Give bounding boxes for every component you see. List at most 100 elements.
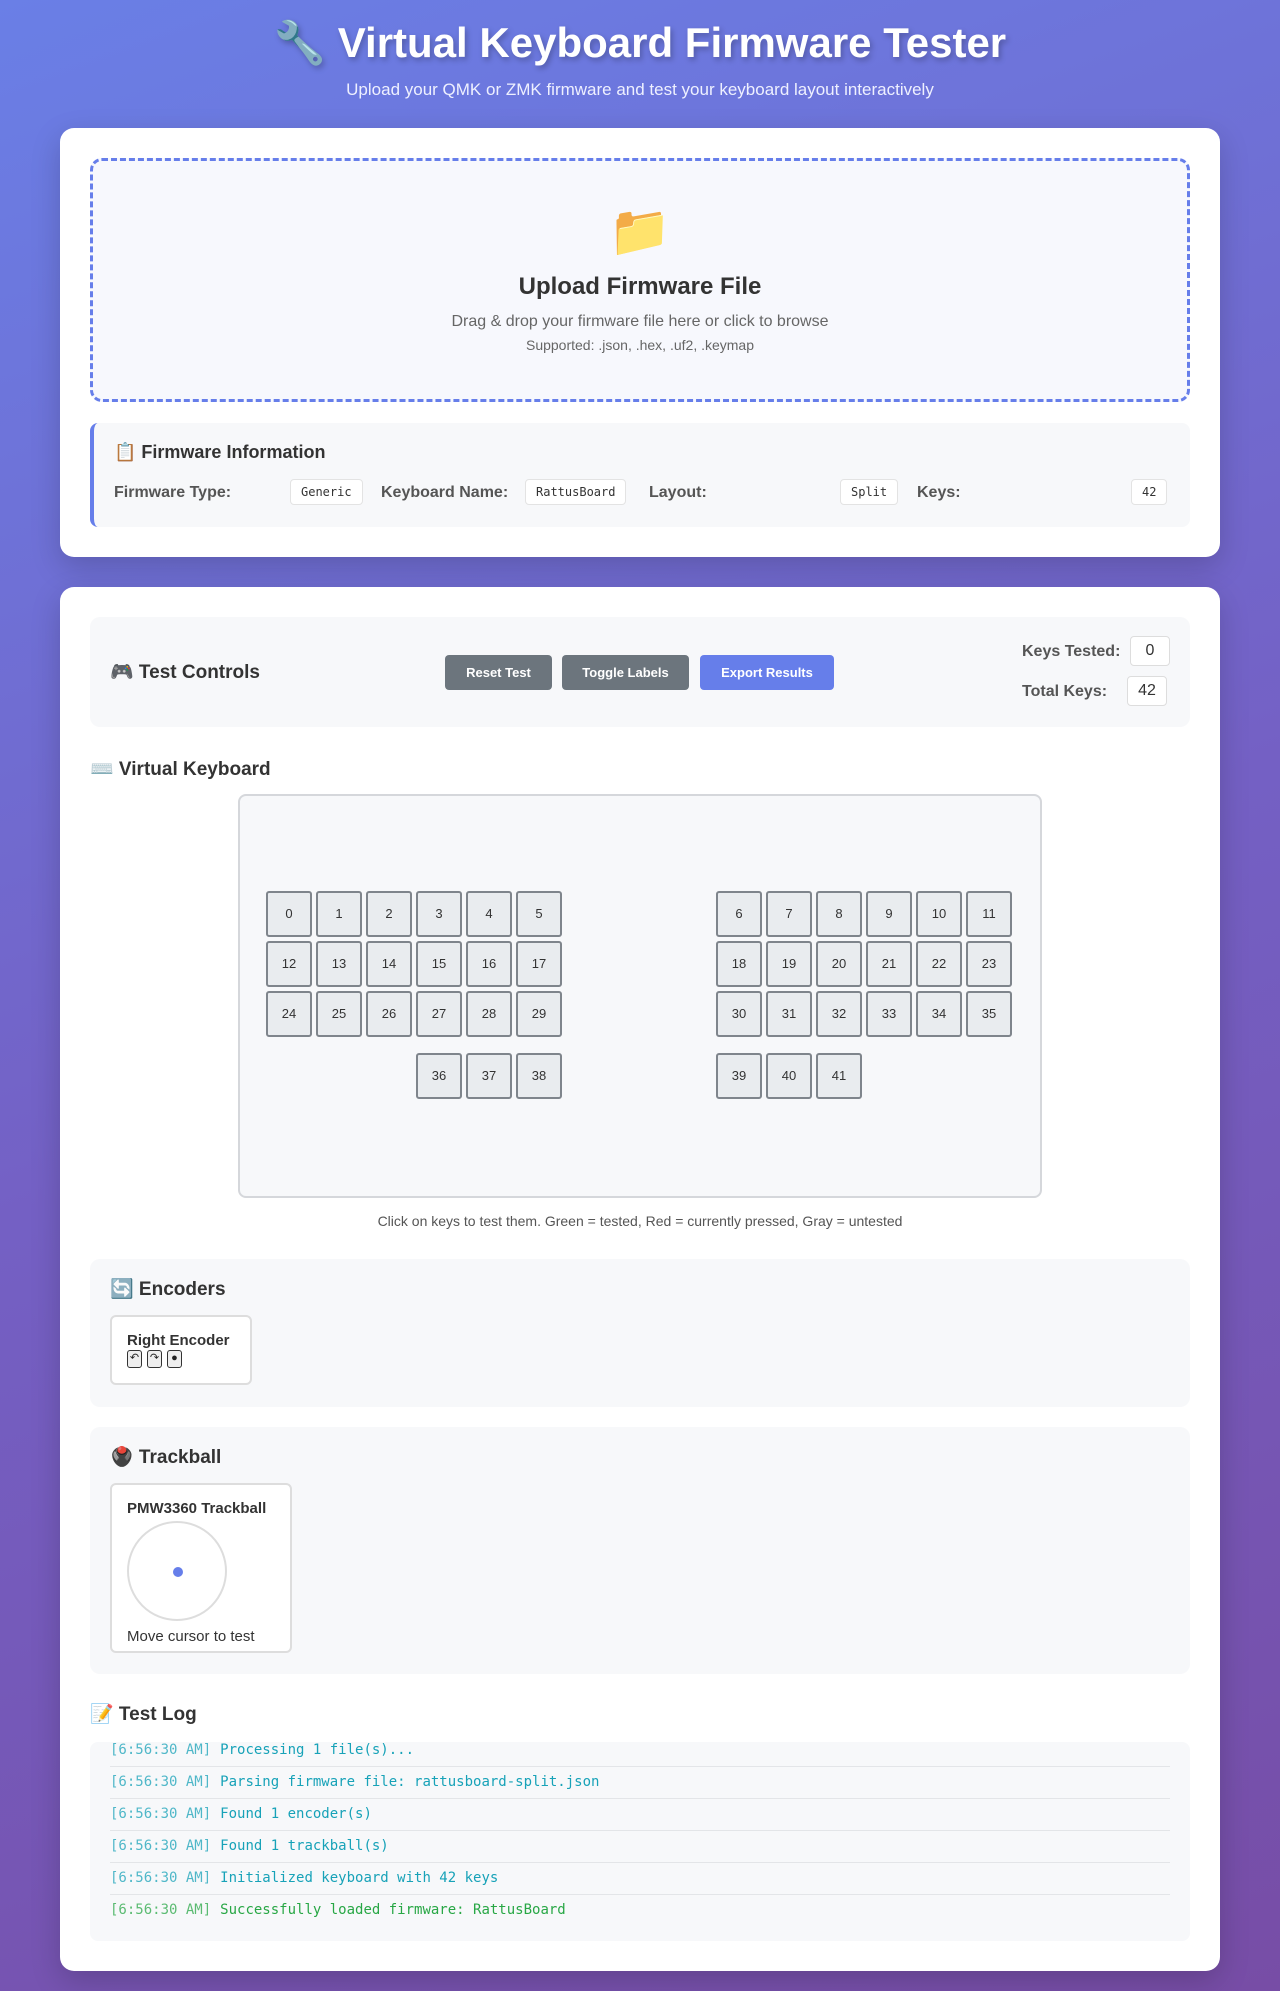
log-message: Parsing firmware file: rattusboard-split… <box>220 1774 600 1790</box>
trackball-title: 🖲️ Trackball <box>110 1447 222 1468</box>
key-12[interactable]: 12 <box>266 941 312 987</box>
upload-card: 📁 Upload Firmware File Drag & drop your … <box>60 128 1220 557</box>
test-log-title: 📝 Test Log <box>90 1704 197 1725</box>
key-30[interactable]: 30 <box>716 991 762 1037</box>
trackball-card: PMW3360 Trackball Move cursor to test <box>110 1483 292 1653</box>
rotate-cw-icon[interactable]: ↷ <box>147 1350 162 1368</box>
log-timestamp: [6:56:30 AM] <box>110 1774 212 1790</box>
test-controls-panel: 🎮 Test Controls Reset Test Toggle Labels… <box>90 617 1190 727</box>
reset-test-button[interactable]: Reset Test <box>445 655 552 690</box>
upload-supported-formats: Supported: .json, .hex, .uf2, .keymap <box>525 337 755 353</box>
upload-dropzone[interactable]: 📁 Upload Firmware File Drag & drop your … <box>90 158 1190 402</box>
key-8[interactable]: 8 <box>816 891 862 937</box>
key-23[interactable]: 23 <box>966 941 1012 987</box>
log-timestamp: [6:56:30 AM] <box>110 1870 212 1886</box>
page-header: 🔧 Virtual Keyboard Firmware Tester Uploa… <box>0 0 1280 128</box>
log-entry: [6:56:30 AM] Successfully loaded firmware… <box>110 1895 1170 1927</box>
key-6[interactable]: 6 <box>716 891 762 937</box>
encoders-panel: 🔄 Encoders Right Encoder ↶ ↷ ● <box>90 1259 1190 1407</box>
log-message: Initialized keyboard with 42 keys <box>220 1870 499 1886</box>
encoders-title: 🔄 Encoders <box>110 1279 226 1300</box>
log-timestamp: [6:56:30 AM] <box>110 1806 212 1822</box>
key-41[interactable]: 41 <box>816 1053 862 1099</box>
upload-description: Drag & drop your firmware file here or c… <box>451 313 829 330</box>
key-36[interactable]: 36 <box>416 1053 462 1099</box>
key-22[interactable]: 22 <box>916 941 962 987</box>
log-entry: [6:56:30 AM] Found 1 trackball(s) <box>110 1831 1170 1863</box>
encoder-press-icon[interactable]: ● <box>167 1350 182 1368</box>
key-29[interactable]: 29 <box>516 991 562 1037</box>
key-16[interactable]: 16 <box>466 941 512 987</box>
key-5[interactable]: 5 <box>516 891 562 937</box>
keys-value: 42 <box>1131 479 1168 505</box>
page-title: 🔧 Virtual Keyboard Firmware Tester <box>273 19 1007 66</box>
log-message: Found 1 encoder(s) <box>220 1806 372 1822</box>
key-25[interactable]: 25 <box>316 991 362 1037</box>
key-21[interactable]: 21 <box>866 941 912 987</box>
key-33[interactable]: 33 <box>866 991 912 1037</box>
firmware-info-panel: 📋 Firmware Information Firmware Type: Ge… <box>90 423 1190 527</box>
virtual-keyboard-title: ⌨️ Virtual Keyboard <box>90 759 271 780</box>
log-entry: [6:56:30 AM] Initialized keyboard with 42… <box>110 1863 1170 1895</box>
trackball-hint: Move cursor to test <box>127 1628 255 1645</box>
key-9[interactable]: 9 <box>866 891 912 937</box>
page-subtitle: Upload your QMK or ZMK firmware and test… <box>346 80 934 99</box>
key-2[interactable]: 2 <box>366 891 412 937</box>
virtual-keyboard: 0 1 2 3 4 5 6 7 8 9 10 11 12 13 14 15 16 17 18 19 20 21 22 23 24… <box>238 794 1042 1198</box>
key-28[interactable]: 28 <box>466 991 512 1037</box>
rotate-ccw-icon[interactable]: ↶ <box>127 1350 142 1368</box>
tester-card: 🎮 Test Controls Reset Test Toggle Labels… <box>60 587 1220 1971</box>
key-18[interactable]: 18 <box>716 941 762 987</box>
keyboard-name-label: Keyboard Name: <box>381 484 509 501</box>
key-3[interactable]: 3 <box>416 891 462 937</box>
key-19[interactable]: 19 <box>766 941 812 987</box>
key-20[interactable]: 20 <box>816 941 862 987</box>
firmware-type-label: Firmware Type: <box>114 484 232 501</box>
key-7[interactable]: 7 <box>766 891 812 937</box>
keys-tested-value: 0 <box>1130 636 1170 666</box>
encoder-name: Right Encoder <box>127 1332 230 1349</box>
trackball-area[interactable] <box>127 1521 227 1621</box>
key-31[interactable]: 31 <box>766 991 812 1037</box>
keys-label: Keys: <box>917 484 961 501</box>
export-results-button[interactable]: Export Results <box>700 655 834 690</box>
firmware-type-value: Generic <box>290 479 363 505</box>
key-15[interactable]: 15 <box>416 941 462 987</box>
upload-title: Upload Firmware File <box>518 273 762 300</box>
key-4[interactable]: 4 <box>466 891 512 937</box>
toggle-labels-button[interactable]: Toggle Labels <box>562 655 689 690</box>
key-40[interactable]: 40 <box>766 1053 812 1099</box>
log-message: Successfully loaded firmware: RattusBoar… <box>220 1902 566 1918</box>
key-10[interactable]: 10 <box>916 891 962 937</box>
log-timestamp: [6:56:30 AM] <box>110 1902 212 1918</box>
firmware-info-row: Firmware Type: Generic Keyboard Name: Ra… <box>114 479 1174 507</box>
test-log: [6:56:30 AM] Processing 1 file(s)... [6:56… <box>90 1742 1190 1941</box>
key-0[interactable]: 0 <box>266 891 312 937</box>
total-keys-value: 42 <box>1127 676 1167 706</box>
key-37[interactable]: 37 <box>466 1053 512 1099</box>
encoder-card: Right Encoder ↶ ↷ ● <box>110 1315 252 1385</box>
keys-tested-label: Keys Tested: <box>1022 643 1121 660</box>
trackball-panel: 🖲️ Trackball PMW3360 Trackball Move curs… <box>90 1427 1190 1674</box>
key-14[interactable]: 14 <box>366 941 412 987</box>
layout-label: Layout: <box>649 484 707 501</box>
log-timestamp: [6:56:30 AM] <box>110 1838 212 1854</box>
key-39[interactable]: 39 <box>716 1053 762 1099</box>
key-11[interactable]: 11 <box>966 891 1012 937</box>
total-keys-label: Total Keys: <box>1022 683 1108 700</box>
key-24[interactable]: 24 <box>266 991 312 1037</box>
key-27[interactable]: 27 <box>416 991 462 1037</box>
key-32[interactable]: 32 <box>816 991 862 1037</box>
key-1[interactable]: 1 <box>316 891 362 937</box>
log-timestamp: [6:56:30 AM] <box>110 1742 212 1758</box>
key-38[interactable]: 38 <box>516 1053 562 1099</box>
key-17[interactable]: 17 <box>516 941 562 987</box>
trackball-name: PMW3360 Trackball <box>127 1500 267 1517</box>
keyboard-name-value: RattusBoard <box>525 479 627 505</box>
key-26[interactable]: 26 <box>366 991 412 1037</box>
folder-icon: 📁 <box>608 203 672 259</box>
key-13[interactable]: 13 <box>316 941 362 987</box>
log-message: Processing 1 file(s)... <box>220 1742 415 1758</box>
key-35[interactable]: 35 <box>966 991 1012 1037</box>
key-34[interactable]: 34 <box>916 991 962 1037</box>
